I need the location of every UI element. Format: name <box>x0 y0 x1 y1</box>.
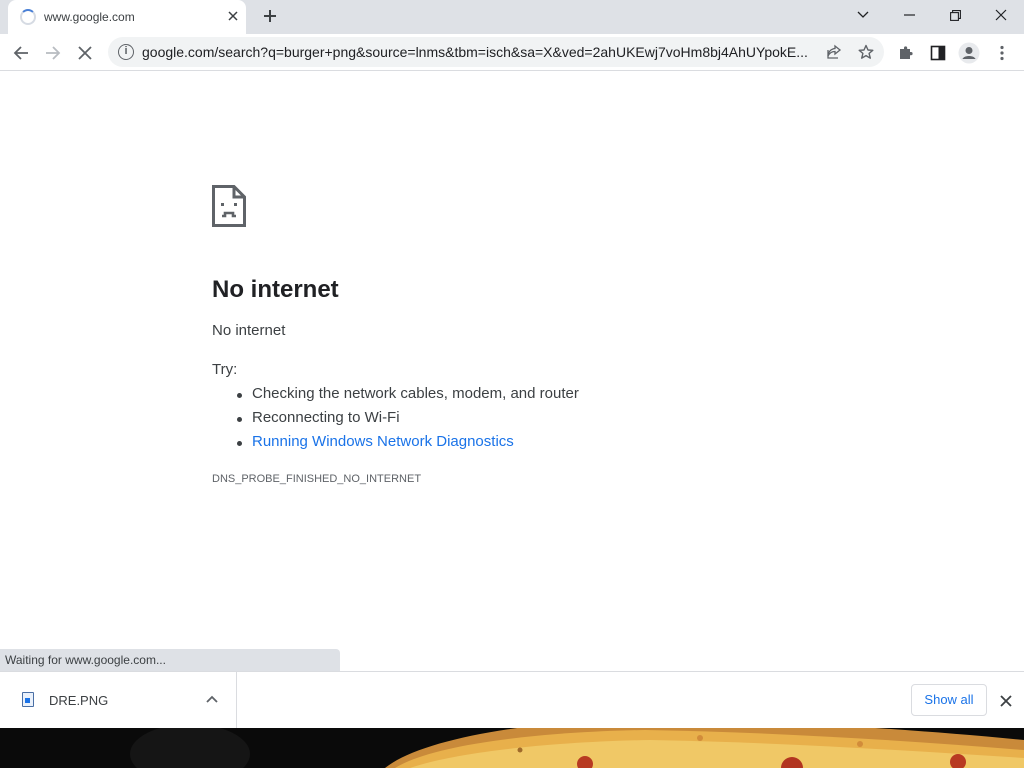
minimize-icon <box>903 14 915 16</box>
pizza-image <box>0 728 1024 768</box>
profile-button[interactable] <box>956 40 982 66</box>
download-shelf: DRE.PNG Show all <box>0 671 1024 728</box>
sad-document-icon <box>212 185 246 227</box>
restore-icon <box>949 9 961 21</box>
kebab-menu-icon <box>1000 45 1004 61</box>
error-title: No internet <box>212 276 339 303</box>
address-bar[interactable]: i google.com/search?q=burger+png&source=… <box>108 37 884 67</box>
side-panel-icon <box>930 45 946 61</box>
suggestion-reconnect-wifi: Reconnecting to Wi-Fi <box>237 409 400 426</box>
stop-icon <box>78 46 92 60</box>
forward-arrow-icon <box>46 46 61 60</box>
chevron-up-icon[interactable] <box>203 690 221 708</box>
close-icon <box>995 9 1007 21</box>
extensions-button[interactable] <box>893 40 919 66</box>
stop-button[interactable] <box>72 40 98 66</box>
network-diagnostics-link[interactable]: Running Windows Network Diagnostics <box>237 433 514 450</box>
restore-button[interactable] <box>932 0 978 30</box>
error-code: DNS_PROBE_FINISHED_NO_INTERNET <box>212 473 422 485</box>
back-button[interactable] <box>8 40 34 66</box>
tab-title: www.google.com <box>44 10 135 24</box>
download-item[interactable]: DRE.PNG <box>0 672 237 728</box>
shelf-close-icon[interactable] <box>996 691 1016 711</box>
chevron-down-icon <box>857 11 869 18</box>
window-close-button[interactable] <box>978 0 1024 30</box>
spinner-icon <box>20 9 36 25</box>
toolbar: i google.com/search?q=burger+png&source=… <box>0 34 1024 71</box>
puzzle-icon <box>900 46 913 59</box>
page-content: No internet No internet Try: Checking th… <box>0 71 1024 671</box>
try-label: Try: <box>212 361 238 378</box>
back-arrow-icon <box>13 46 28 60</box>
tab-close-icon[interactable] <box>224 8 242 26</box>
plus-icon <box>264 10 276 22</box>
new-tab-button[interactable] <box>258 5 282 29</box>
profile-icon <box>958 42 980 64</box>
status-bubble: Waiting for www.google.com... <box>0 649 340 671</box>
star-icon[interactable] <box>855 41 877 63</box>
image-file-icon <box>22 692 34 707</box>
info-icon[interactable]: i <box>118 44 134 60</box>
browser-window: www.google.com i google.com/search?q=bur… <box>0 0 1024 768</box>
side-panel-button[interactable] <box>925 40 951 66</box>
tab-strip: www.google.com <box>0 0 1024 34</box>
menu-button[interactable] <box>989 40 1015 66</box>
download-filename: DRE.PNG <box>49 693 109 708</box>
desktop-wallpaper <box>0 728 1024 768</box>
suggestion-check-cables: Checking the network cables, modem, and … <box>237 385 579 402</box>
tab-active[interactable]: www.google.com <box>8 0 246 34</box>
share-icon[interactable] <box>823 41 845 63</box>
forward-button[interactable] <box>40 40 66 66</box>
show-all-button[interactable]: Show all <box>911 684 987 716</box>
error-subtitle: No internet <box>212 322 286 339</box>
minimize-button[interactable] <box>886 0 932 30</box>
search-tabs-button[interactable] <box>840 0 886 30</box>
url-text[interactable]: google.com/search?q=burger+png&source=ln… <box>142 44 812 60</box>
